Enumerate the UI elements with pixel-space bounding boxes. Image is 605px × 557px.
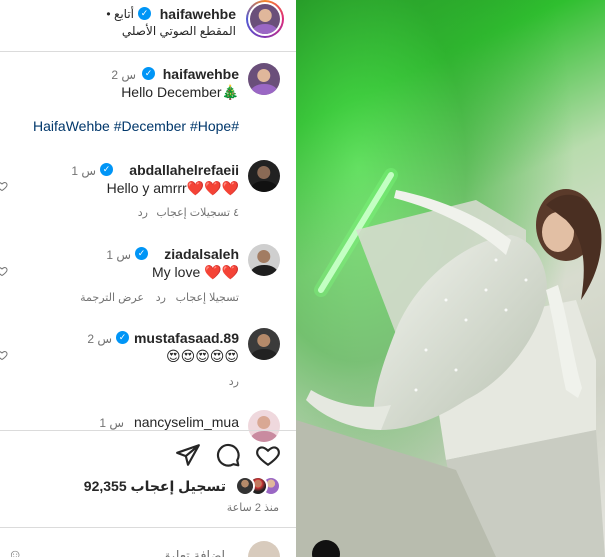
verified-badge-icon: ✓ xyxy=(142,67,155,80)
comment-reply-button[interactable]: رد xyxy=(229,375,239,388)
comment-avatar[interactable] xyxy=(248,160,280,192)
comment-reply-button[interactable]: رد xyxy=(156,291,166,304)
comment-username[interactable]: ziadalsaleh xyxy=(164,246,239,262)
comment-avatar[interactable] xyxy=(248,328,280,360)
verified-badge-icon: ✓ xyxy=(100,163,113,176)
comment-icon[interactable] xyxy=(215,442,241,468)
caption-text: Hello December🎄 xyxy=(121,84,239,100)
comment-like-heart-icon[interactable] xyxy=(0,265,8,277)
post-timestamp[interactable]: منذ 2 ساعة xyxy=(227,501,279,514)
emoji-icon[interactable]: ☺ xyxy=(8,546,22,557)
verified-badge-icon: ✓ xyxy=(138,7,151,20)
comment-like-heart-icon[interactable] xyxy=(0,180,8,192)
comment-time: 1 س xyxy=(71,164,96,178)
comment-reply-button[interactable]: رد xyxy=(138,206,148,219)
current-user-avatar xyxy=(248,541,280,557)
caption-avatar[interactable] xyxy=(248,63,280,95)
comment-text: Hello y amrrr❤️❤️❤️ xyxy=(106,180,239,196)
post-photo[interactable] xyxy=(296,0,605,557)
story-ring[interactable] xyxy=(246,0,284,38)
header-divider xyxy=(0,51,296,52)
add-comment-input[interactable]: إضافة تعليق... xyxy=(161,548,236,557)
actions-divider xyxy=(0,430,296,431)
caption-time: 2 س xyxy=(111,68,136,82)
caption-hashtags[interactable]: HaifaWehbe #December #Hope# xyxy=(33,118,239,134)
comment-input-divider xyxy=(0,527,296,528)
author-avatar[interactable] xyxy=(250,4,280,34)
comment-time: 1 س xyxy=(106,248,131,262)
post-image xyxy=(296,0,605,557)
liker-avatar xyxy=(235,476,255,496)
author-username[interactable]: haifawehbe xyxy=(160,6,236,22)
heart-icon[interactable] xyxy=(255,442,281,468)
comment-avatar[interactable] xyxy=(248,244,280,276)
comment-time: 1 س xyxy=(99,416,124,430)
comment-like-heart-icon[interactable] xyxy=(0,349,8,361)
comment-likes-count[interactable]: تسجيلا إعجاب xyxy=(176,291,239,304)
likes-number: 92,355 xyxy=(83,478,127,494)
following-label[interactable]: • أتابع xyxy=(106,7,134,21)
comment-username[interactable]: mustafasaad.89 xyxy=(134,330,239,346)
comment-text: 😍😍😍😍😍 xyxy=(166,348,239,364)
see-translation-button[interactable]: عرض الترجمة xyxy=(80,291,144,304)
verified-badge-icon: ✓ xyxy=(135,247,148,260)
audio-label[interactable]: المقطع الصوتي الأصلي xyxy=(122,24,236,38)
verified-badge-icon: ✓ xyxy=(116,331,129,344)
send-icon[interactable] xyxy=(175,442,201,468)
comment-time: 2 س xyxy=(87,332,112,346)
comment-username[interactable]: nancyselim_mua xyxy=(134,414,239,430)
comment-likes-count[interactable]: ٤ تسجيلات إعجاب xyxy=(156,206,239,219)
comment-username[interactable]: abdallahelrefaeii xyxy=(129,162,239,178)
caption-username[interactable]: haifawehbe xyxy=(163,66,239,82)
comment-text: My love ❤️❤️ xyxy=(152,264,239,280)
comment-avatar[interactable] xyxy=(248,410,280,442)
likes-label: تسجيل إعجاب xyxy=(130,478,226,494)
likes-count[interactable]: 92,355 تسجيل إعجاب xyxy=(84,478,226,495)
post-details-panel: haifawehbe ✓ • أتابع المقطع الصوتي الأصل… xyxy=(0,0,296,557)
